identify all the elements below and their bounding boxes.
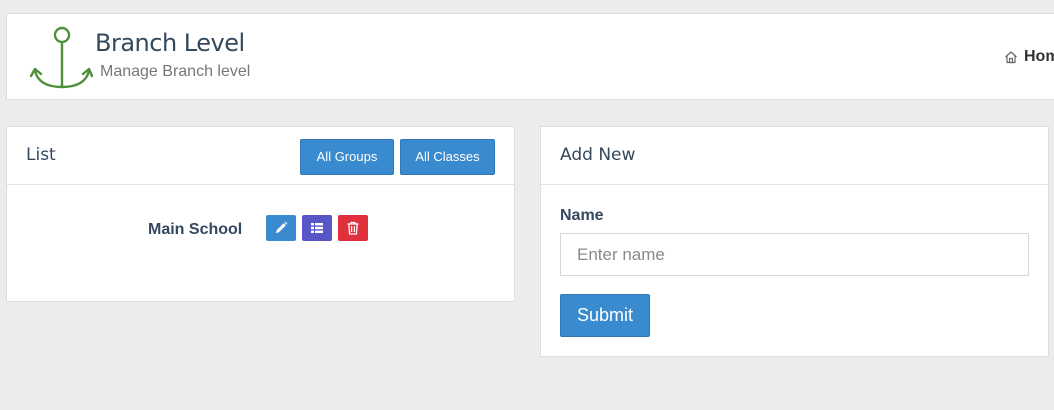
- list-view-button[interactable]: [302, 215, 332, 241]
- page-header: Branch Level Manage Branch level Hom: [6, 13, 1054, 100]
- name-input[interactable]: [560, 233, 1029, 276]
- list-panel: List All Groups All Classes Main School: [6, 126, 515, 302]
- home-icon: [1005, 51, 1017, 64]
- list-item-label: Main School: [148, 221, 243, 238]
- breadcrumb-home-link[interactable]: Hom: [1024, 47, 1054, 67]
- all-groups-button[interactable]: All Groups: [300, 139, 394, 175]
- add-new-panel: Add New Name Submit: [540, 126, 1049, 357]
- add-new-panel-title: Add New: [560, 145, 636, 165]
- all-classes-button[interactable]: All Classes: [400, 139, 495, 175]
- page-subtitle: Manage Branch level: [100, 63, 251, 80]
- pencil-icon: [276, 221, 288, 233]
- trash-icon: [347, 221, 359, 235]
- page-title: Branch Level: [95, 29, 245, 57]
- submit-button[interactable]: Submit: [560, 294, 650, 337]
- list-icon: [311, 223, 323, 233]
- breadcrumb[interactable]: Hom: [1004, 47, 1054, 67]
- list-panel-title: List: [26, 145, 56, 165]
- add-new-panel-header: Add New: [541, 127, 1048, 185]
- edit-button[interactable]: [266, 215, 296, 241]
- list-panel-header: List All Groups All Classes: [7, 127, 514, 185]
- delete-button[interactable]: [338, 215, 368, 241]
- anchor-icon: [29, 26, 93, 89]
- name-field-label: Name: [560, 207, 604, 224]
